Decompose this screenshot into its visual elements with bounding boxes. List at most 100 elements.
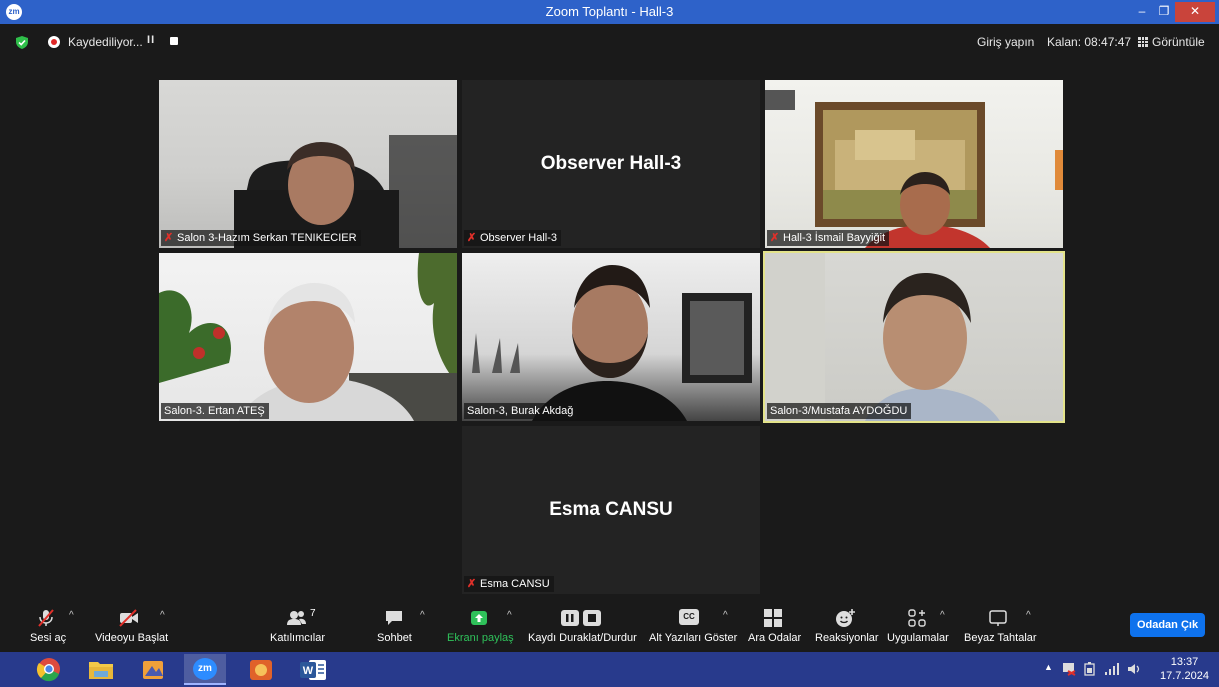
mic-muted-icon: ✗ [467, 578, 477, 590]
audio-options-caret[interactable]: ^ [69, 610, 74, 621]
participant-video [765, 253, 1000, 421]
video-tile[interactable]: Esma CANSU ✗ Esma CANSU [462, 426, 760, 594]
whiteboard-options-caret[interactable]: ^ [1026, 610, 1031, 621]
chat-options-caret[interactable]: ^ [420, 610, 425, 621]
participant-name: Salon-3/Mustafa AYDOĞDU [770, 405, 908, 417]
video-tile-active-speaker[interactable]: Salon-3/Mustafa AYDOĞDU [763, 251, 1065, 423]
captions-label: Alt Yazıları Göster [649, 632, 738, 644]
apps-icon [908, 609, 926, 627]
participant-name: Observer Hall-3 [480, 232, 558, 244]
start-video-button[interactable]: ^ Videoyu Başlat [90, 600, 180, 652]
video-off-icon [119, 609, 138, 627]
chat-label: Sohbet [377, 632, 412, 644]
unmute-label: Sesi aç [30, 632, 67, 644]
file-explorer-icon[interactable] [80, 654, 122, 685]
reactions-icon [836, 609, 855, 627]
clock-date: 17.7.2024 [1160, 670, 1209, 682]
svg-text:W: W [303, 665, 314, 677]
word-icon[interactable]: W [292, 654, 334, 685]
view-button[interactable]: Görüntüle [1138, 35, 1205, 49]
participant-name-bar: ✗ Esma CANSU [464, 576, 554, 592]
breakout-rooms-button[interactable]: Ara Odalar [745, 600, 803, 652]
pause-stop-icon [561, 610, 601, 626]
tray-expand-icon[interactable]: ▲ [1044, 662, 1053, 672]
pause-recording-icon[interactable]: I I [147, 34, 154, 46]
participant-name-bar: ✗ Hall-3 İsmail Bayyiğit [767, 230, 890, 246]
participant-display-name: Observer Hall-3 [540, 153, 682, 174]
volume-icon[interactable] [1126, 662, 1142, 676]
grid-icon [1138, 37, 1148, 47]
apps-label: Uygulamalar [887, 632, 949, 644]
title-bar: zm Zoom Toplantı - Hall-3 – ❐ ✕ [0, 0, 1219, 24]
chrome-icon[interactable] [28, 654, 70, 685]
record-label: Kaydı Duraklat/Durdur [528, 632, 637, 644]
share-screen-label: Ekranı paylaş [447, 632, 514, 644]
participants-icon [287, 611, 306, 625]
participant-video [234, 135, 457, 248]
recording-icon [48, 36, 60, 48]
media-icon[interactable] [132, 654, 174, 685]
reactions-label: Reaksiyonlar [815, 632, 879, 644]
whiteboard-icon [989, 610, 1007, 626]
apps-button[interactable]: ^ Uygulamalar [885, 600, 953, 652]
unmute-button[interactable]: ^ Sesi aç [20, 600, 80, 652]
participant-name-bar: ✗ Observer Hall-3 [464, 230, 562, 246]
remaining-time: Kalan: 08:47:47 [1047, 35, 1132, 49]
mic-muted-icon: ✗ [770, 232, 780, 244]
captions-icon: CC [679, 609, 699, 625]
zoom-meeting-window: zm Zoom Toplantı - Hall-3 – ❐ ✕ Kaydedil… [0, 0, 1219, 687]
leave-room-button[interactable]: Odadan Çık [1130, 613, 1205, 637]
share-screen-button[interactable]: ^ Ekranı paylaş [445, 600, 515, 652]
video-tile[interactable]: Observer Hall-3 ✗ Observer Hall-3 [462, 80, 760, 248]
participants-button[interactable]: 7 Katılımcılar [266, 600, 330, 652]
start-video-label: Videoyu Başlat [95, 632, 169, 644]
video-tile[interactable]: ✗ Hall-3 İsmail Bayyiğit [765, 80, 1063, 248]
battery-icon[interactable] [1083, 662, 1097, 676]
mic-muted-icon: ✗ [467, 232, 477, 244]
participant-name: Esma CANSU [480, 578, 550, 590]
mic-off-icon [38, 609, 54, 627]
share-screen-icon [471, 611, 487, 625]
system-clock[interactable]: 13:37 17.7.2024 [1160, 655, 1209, 683]
shield-icon[interactable] [16, 36, 28, 49]
captions-options-caret[interactable]: ^ [723, 610, 728, 621]
participant-name: Salon-3, Burak Akdağ [467, 405, 574, 417]
chat-icon [386, 611, 402, 625]
breakout-rooms-icon [764, 609, 782, 627]
breakout-rooms-label: Ara Odalar [748, 632, 802, 644]
window-title: Zoom Toplantı - Hall-3 [545, 4, 674, 19]
zoom-icon[interactable]: zm [184, 654, 226, 685]
photo-app-icon[interactable] [240, 654, 282, 685]
participant-name: Hall-3 İsmail Bayyiğit [783, 232, 886, 244]
login-link[interactable]: Giriş yapın [977, 35, 1034, 49]
participant-name-bar: Salon-3. Ertan ATEŞ [161, 403, 269, 419]
participant-name-bar: Salon-3/Mustafa AYDOĞDU [767, 403, 912, 419]
whiteboards-button[interactable]: ^ Beyaz Tahtalar [962, 600, 1038, 652]
video-tile[interactable]: Salon-3. Ertan ATEŞ [159, 253, 457, 421]
close-button[interactable]: ✕ [1175, 2, 1215, 22]
participants-count: 7 [310, 608, 316, 619]
pause-stop-recording-button[interactable]: Kaydı Duraklat/Durdur [527, 600, 637, 652]
show-captions-button[interactable]: CC ^ Alt Yazıları Göster [647, 600, 737, 652]
whiteboards-label: Beyaz Tahtalar [964, 632, 1037, 644]
participant-name: Salon-3. Ertan ATEŞ [164, 405, 265, 417]
stop-recording-icon[interactable] [170, 37, 178, 45]
participant-video [472, 265, 752, 421]
participant-name: Salon 3-Hazım Serkan TENIKECIER [177, 232, 357, 244]
video-options-caret[interactable]: ^ [160, 610, 165, 621]
meeting-controls: ^ Sesi aç ^ Videoyu Başlat 7 Katılımcıla… [0, 600, 1219, 652]
view-label: Görüntüle [1152, 35, 1205, 49]
recording-status: Kaydediliyor... [68, 35, 143, 49]
video-tile[interactable]: Salon-3, Burak Akdağ [462, 253, 760, 421]
meeting-top-bar: Kaydediliyor... I I Giriş yapın Kalan: 0… [0, 24, 1219, 60]
apps-options-caret[interactable]: ^ [940, 610, 945, 621]
reactions-button[interactable]: Reaksiyonlar [812, 600, 879, 652]
participant-video [765, 90, 1063, 248]
video-tile[interactable]: ✗ Salon 3-Hazım Serkan TENIKECIER [159, 80, 457, 248]
restore-button[interactable]: ❐ [1150, 0, 1178, 24]
chat-button[interactable]: ^ Sohbet [372, 600, 432, 652]
share-options-caret[interactable]: ^ [507, 610, 512, 621]
network-error-icon[interactable] [1062, 662, 1076, 676]
signal-icon[interactable] [1104, 662, 1120, 676]
participant-name-bar: Salon-3, Burak Akdağ [464, 403, 578, 419]
